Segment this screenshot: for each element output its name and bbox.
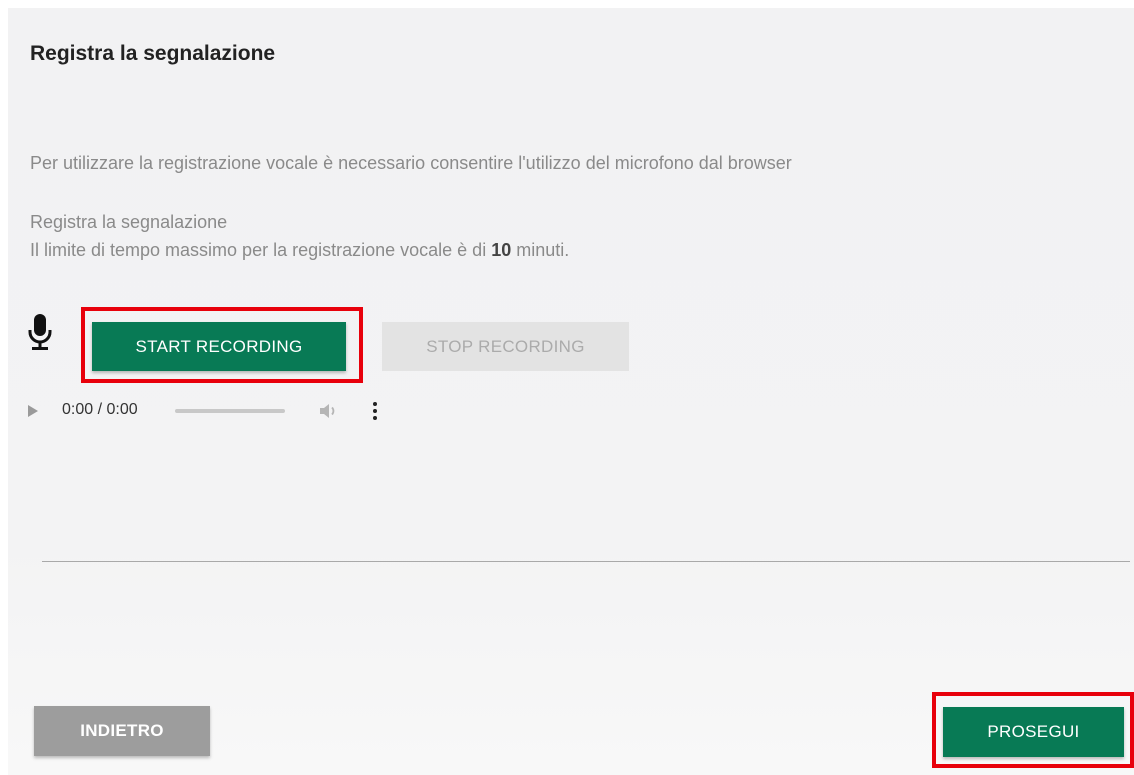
form-panel xyxy=(8,8,1134,775)
time-limit-minutes: 10 xyxy=(491,240,512,260)
start-recording-button[interactable]: START RECORDING xyxy=(92,322,346,371)
more-vertical-icon[interactable] xyxy=(371,400,379,422)
next-button[interactable]: PROSEGUI xyxy=(943,707,1124,757)
time-limit-text: Il limite di tempo massimo per la regist… xyxy=(30,240,569,261)
volume-icon[interactable] xyxy=(318,401,342,421)
audio-progress-bar[interactable] xyxy=(175,409,285,413)
time-limit-prefix: Il limite di tempo massimo per la regist… xyxy=(30,240,492,260)
play-icon[interactable] xyxy=(27,404,39,418)
back-button[interactable]: INDIETRO xyxy=(34,706,210,756)
time-limit-suffix: minuti. xyxy=(511,240,570,260)
audio-time: 0:00 / 0:00 xyxy=(62,401,138,418)
microphone-icon xyxy=(28,314,52,350)
recording-subtitle: Registra la segnalazione xyxy=(30,212,228,232)
page-title: Registra la segnalazione xyxy=(30,42,276,65)
section-divider xyxy=(42,561,1130,562)
audio-player: 0:00 / 0:00 xyxy=(27,396,387,426)
microphone-permission-info: Per utilizzare la registrazione vocale è… xyxy=(30,153,792,173)
stop-recording-button: STOP RECORDING xyxy=(382,322,629,371)
